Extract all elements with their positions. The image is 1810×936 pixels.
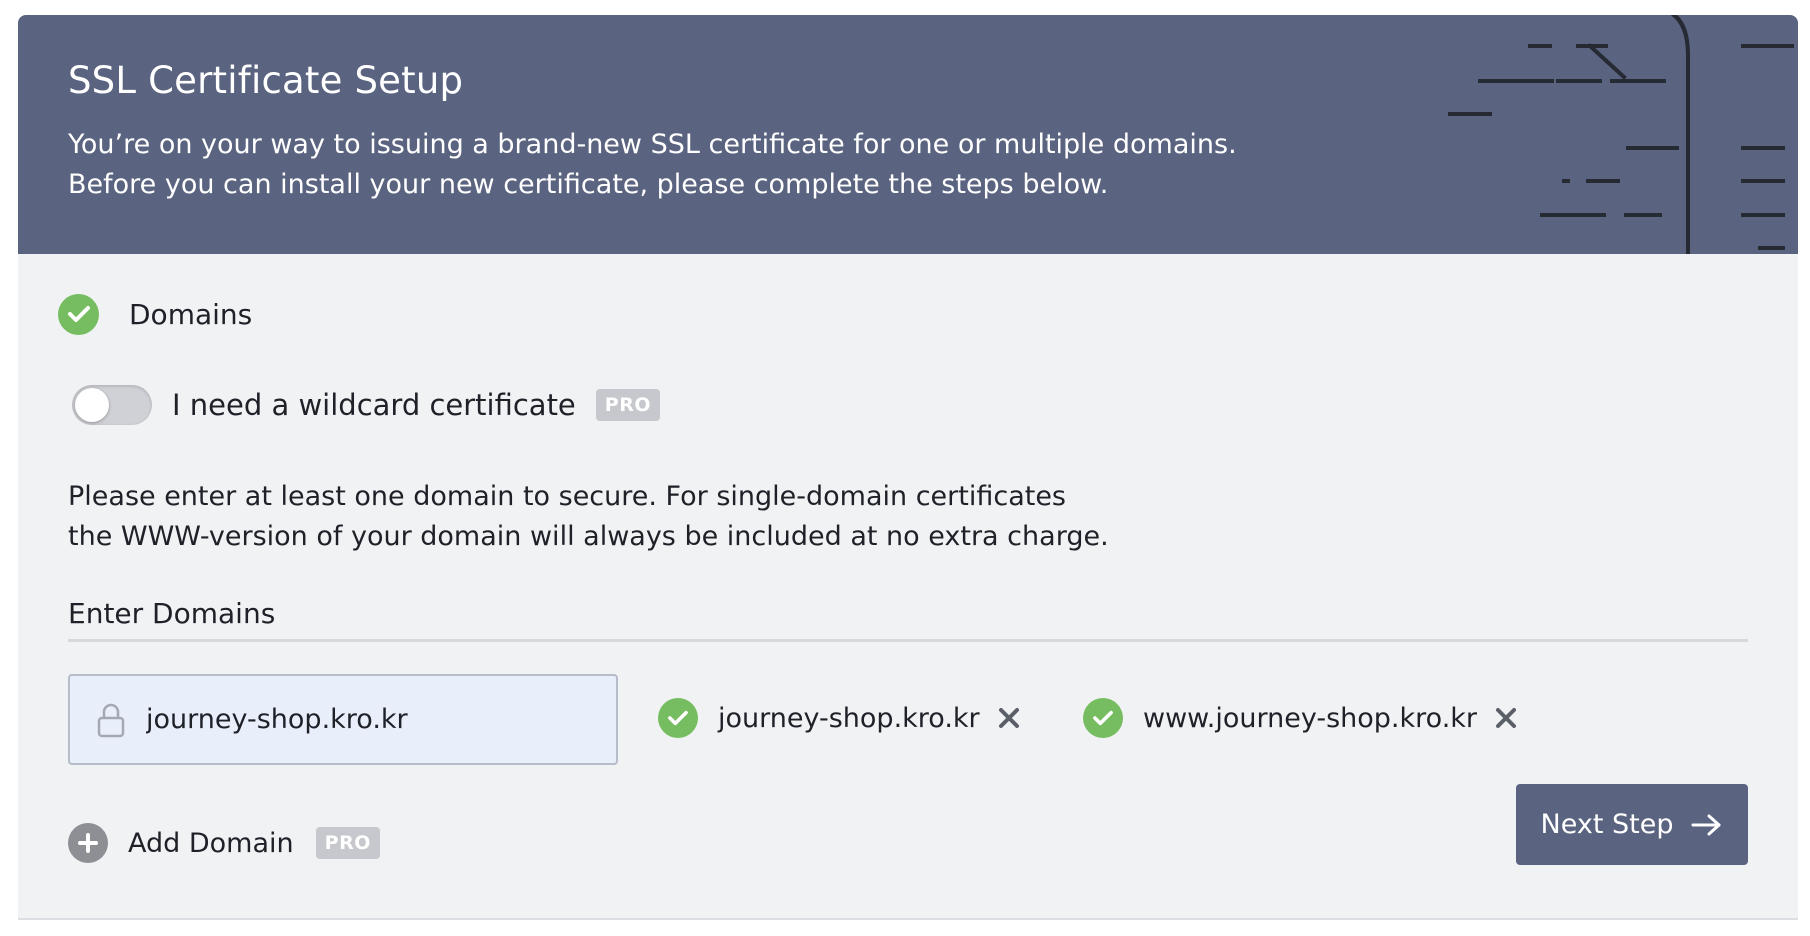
remove-icon[interactable] [1495,707,1517,729]
domain-chip: www.journey-shop.kro.kr [1083,694,1517,742]
next-step-button[interactable]: Next Step [1516,784,1748,865]
check-circle-icon [658,698,698,738]
enter-domains-heading: Enter Domains [68,597,276,630]
domain-input[interactable] [146,704,586,735]
pro-badge: PRO [315,827,380,859]
add-domain-button[interactable]: Add Domain PRO [68,823,380,863]
header-description: You’re on your way to issuing a brand-ne… [68,125,1368,205]
wildcard-label: I need a wildcard certificate [172,388,576,422]
arrow-right-icon [1691,814,1721,835]
check-circle-icon [1083,698,1123,738]
remove-icon[interactable] [998,707,1020,729]
setup-header: SSL Certificate Setup You’re on your way… [18,15,1798,254]
lock-icon [97,703,125,737]
check-circle-icon [58,293,99,335]
intro-line: Please enter at least one domain to secu… [68,481,1066,512]
decorative-lines-illustration [1448,15,1794,254]
next-step-label: Next Step [1540,809,1674,840]
step-label: Domains [129,297,253,331]
pro-badge: PRO [595,389,660,421]
domain-input-field[interactable] [68,674,618,765]
domain-chip-label: www.journey-shop.kro.kr [1143,702,1478,734]
add-domain-label: Add Domain [128,827,294,859]
header-description-line: Before you can install your new certific… [68,169,1109,200]
section-divider [68,639,1748,642]
wildcard-option: I need a wildcard certificate PRO [72,380,660,430]
toggle-knob [75,388,109,422]
plus-icon [68,823,108,863]
intro-line: the WWW-version of your domain will alwa… [68,521,1109,552]
page-title: SSL Certificate Setup [68,59,464,102]
domains-intro-text: Please enter at least one domain to secu… [68,477,1368,557]
domain-chip: journey-shop.kro.kr [658,694,1020,742]
step-domains: Domains [58,293,252,335]
header-description-line: You’re on your way to issuing a brand-ne… [68,129,1237,160]
wildcard-toggle[interactable] [72,385,152,425]
domain-chip-label: journey-shop.kro.kr [718,702,980,734]
ssl-setup-card: SSL Certificate Setup You’re on your way… [18,15,1798,920]
